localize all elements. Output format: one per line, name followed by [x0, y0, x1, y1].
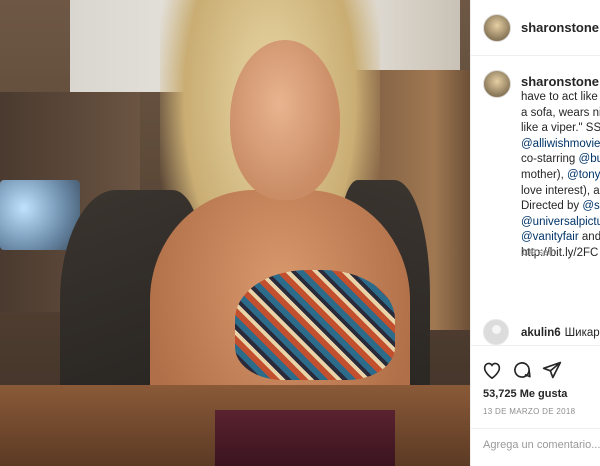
caption-username-text[interactable]: sharonstone [521, 74, 599, 89]
post-actions: 53,725 Me gusta 13 DE MARZO DE 2018 [471, 345, 600, 435]
header-username[interactable]: sharonstone✓ [521, 20, 600, 35]
post-header: sharonstone✓ [471, 0, 600, 56]
photo-patterned-top [235, 270, 395, 380]
paper-plane-icon[interactable] [541, 359, 563, 381]
caption-line-text: like a viper." SS ( [521, 122, 600, 135]
comment-username[interactable]: akulin6 [521, 327, 561, 339]
caption-line: mother), @tonys [521, 168, 600, 184]
caption-timestamp[interactable]: 109 sem [521, 247, 556, 257]
caption-line: Directed by @su [521, 199, 600, 215]
post-date: 13 DE MARZO DE 2018 [483, 407, 576, 416]
caption-line-text: a sofa, wears nin [521, 106, 600, 119]
comment-box [471, 428, 600, 466]
post-side-panel: sharonstone✓ sharonstone✓ have to act li… [471, 0, 600, 466]
mention-link[interactable]: @vanityfair [521, 231, 579, 243]
comment-item: akulin6Шикарн [471, 311, 600, 345]
header-username-text[interactable]: sharonstone [521, 20, 599, 35]
caption-line: @alliwishmovie [521, 137, 600, 153]
avatar[interactable] [483, 14, 511, 42]
post-caption: sharonstone✓ have to act like a a sofa, … [471, 56, 600, 311]
caption-line-text: Directed by [521, 200, 583, 213]
caption-line: like a viper." SS ( [521, 121, 600, 137]
caption-line: co-starring @bu [521, 152, 600, 168]
mention-link[interactable]: @bu [579, 153, 600, 165]
comment-body: akulin6Шикарн [521, 327, 600, 339]
mention-link[interactable]: @tonys [567, 169, 600, 181]
heart-icon[interactable] [481, 359, 503, 381]
caption-text: have to act like a a sofa, wears nin lik… [521, 90, 600, 262]
comment-bubble-icon[interactable] [511, 359, 533, 381]
comment-input[interactable] [483, 439, 600, 451]
caption-line: @universalpictu [521, 215, 600, 231]
comment-avatar[interactable] [483, 319, 509, 345]
mention-link[interactable]: @alliwishmovie [521, 138, 600, 150]
photo-face [230, 40, 340, 200]
caption-line-text: and [578, 231, 600, 244]
caption-line: have to act like a [521, 90, 600, 106]
post-photo[interactable] [0, 0, 470, 466]
mention-link[interactable]: @su [582, 200, 600, 212]
caption-line: a sofa, wears nin [521, 106, 600, 122]
caption-line: @vanityfair and [521, 230, 600, 246]
photo-skirt [215, 410, 395, 466]
likes-count[interactable]: 53,725 Me gusta [483, 388, 567, 400]
caption-line-text: mother), [521, 168, 568, 181]
caption-line-text: love interest), an [521, 184, 600, 197]
caption-line-text: co-starring [521, 153, 579, 166]
caption-line: love interest), an [521, 184, 600, 200]
caption-line-text: have to act like a [521, 91, 600, 103]
caption-username[interactable]: sharonstone✓ [521, 74, 600, 89]
caption-avatar[interactable] [483, 70, 511, 98]
comment-text: Шикарн [564, 327, 600, 339]
mention-link[interactable]: @universalpictu [521, 216, 600, 228]
